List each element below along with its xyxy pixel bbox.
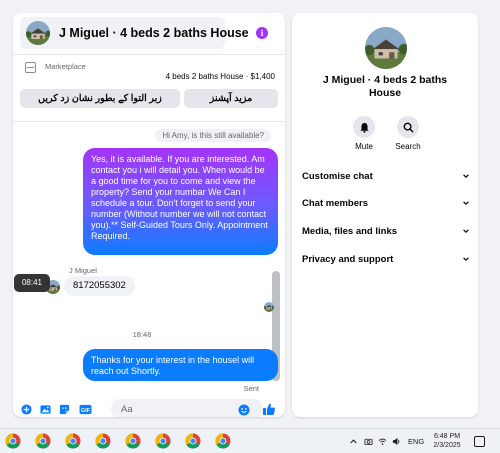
outgoing-message[interactable]: Yes, it is available. If you are interes… (83, 148, 278, 255)
chevron-down-icon (463, 257, 469, 262)
sent-status: Sent (243, 384, 259, 393)
info-icon[interactable]: i (256, 27, 268, 39)
notification-icon[interactable] (474, 436, 485, 447)
mark-as-pending-button[interactable]: زبر التوا کے بطور نشان زد کریں (20, 89, 180, 108)
incoming-message[interactable]: 8172055302 (64, 276, 135, 296)
svg-text:GIF: GIF (81, 408, 91, 414)
section-label: Customise chat (302, 170, 373, 182)
chat-title: J Miguel · 4 beds 2 baths House (59, 26, 249, 40)
read-receipt-avatar (264, 302, 274, 312)
thumbs-up-icon[interactable] (262, 402, 276, 416)
marketplace-label: Marketplace (45, 62, 86, 71)
section-customise-chat[interactable]: Customise chat (302, 165, 470, 187)
chat-title-button[interactable]: J Miguel · 4 beds 2 baths House (20, 17, 249, 49)
chevron-down-icon (463, 174, 469, 179)
profile-name: J Miguel · 4 beds 2 baths House (322, 74, 448, 99)
section-label: Media, files and links (302, 225, 398, 237)
chat-header: J Miguel · 4 beds 2 baths House i (13, 13, 285, 55)
chrome-icon[interactable] (215, 433, 231, 449)
listing-thumbnail (26, 21, 50, 45)
mute-button[interactable]: Mute (344, 116, 384, 151)
speaker-icon[interactable] (392, 437, 401, 446)
more-options-button[interactable]: مزید آپشنز (184, 89, 278, 108)
chrome-icon[interactable] (35, 433, 51, 449)
wifi-icon[interactable] (378, 437, 387, 446)
bell-icon (359, 122, 369, 133)
chat-panel: J Miguel · 4 beds 2 baths House i Market… (13, 13, 285, 417)
chevron-down-icon (463, 229, 469, 234)
emoji-icon[interactable] (238, 404, 250, 416)
plus-circle-icon[interactable] (21, 404, 32, 415)
section-media-files-links[interactable]: Media, files and links (302, 220, 470, 242)
section-chat-members[interactable]: Chat members (302, 192, 470, 214)
chrome-icon[interactable] (5, 433, 21, 449)
timestamp-tooltip: 08:41 (14, 274, 50, 292)
chrome-icon[interactable] (95, 433, 111, 449)
chrome-icon[interactable] (185, 433, 201, 449)
conversation-info-panel: J Miguel · 4 beds 2 baths House Mute Sea… (292, 13, 478, 417)
composer: GIF (13, 397, 285, 417)
listing-summary[interactable]: 4 beds 2 baths House · $1,400 (166, 72, 275, 81)
language-indicator[interactable]: ENG (408, 437, 424, 446)
chevron-up-icon[interactable] (349, 437, 358, 446)
quoted-message: Hi Amy, is this still available? (155, 129, 271, 142)
section-label: Privacy and support (302, 253, 394, 265)
marketplace-icon (25, 62, 36, 73)
search-icon (403, 122, 414, 133)
search-button[interactable]: Search (388, 116, 428, 151)
image-icon[interactable] (40, 404, 51, 415)
gif-icon[interactable]: GIF (79, 404, 92, 415)
outgoing-message[interactable]: Thanks for your interest in the housel w… (83, 349, 278, 381)
chrome-icon[interactable] (125, 433, 141, 449)
section-label: Chat members (302, 197, 368, 209)
camera-icon[interactable] (364, 437, 373, 446)
taskbar: ENG 6:48 PM 2/3/2025 (0, 428, 500, 453)
chrome-icon[interactable] (155, 433, 171, 449)
sender-name: J Miguel (69, 266, 97, 275)
chevron-down-icon (463, 201, 469, 206)
marketplace-card: Marketplace 4 beds 2 baths House · $1,40… (13, 56, 285, 122)
profile-avatar[interactable] (365, 27, 407, 69)
clock-time: 6:48 PM (433, 433, 461, 440)
mute-label: Mute (355, 142, 373, 151)
chrome-icon[interactable] (65, 433, 81, 449)
search-label: Search (395, 142, 421, 151)
time-divider: 18:48 (132, 330, 152, 339)
section-privacy-support[interactable]: Privacy and support (302, 248, 470, 270)
clock-date: 2/3/2025 (433, 442, 461, 449)
system-clock[interactable]: 6:48 PM 2/3/2025 (428, 432, 466, 450)
sticker-icon[interactable] (59, 404, 70, 415)
